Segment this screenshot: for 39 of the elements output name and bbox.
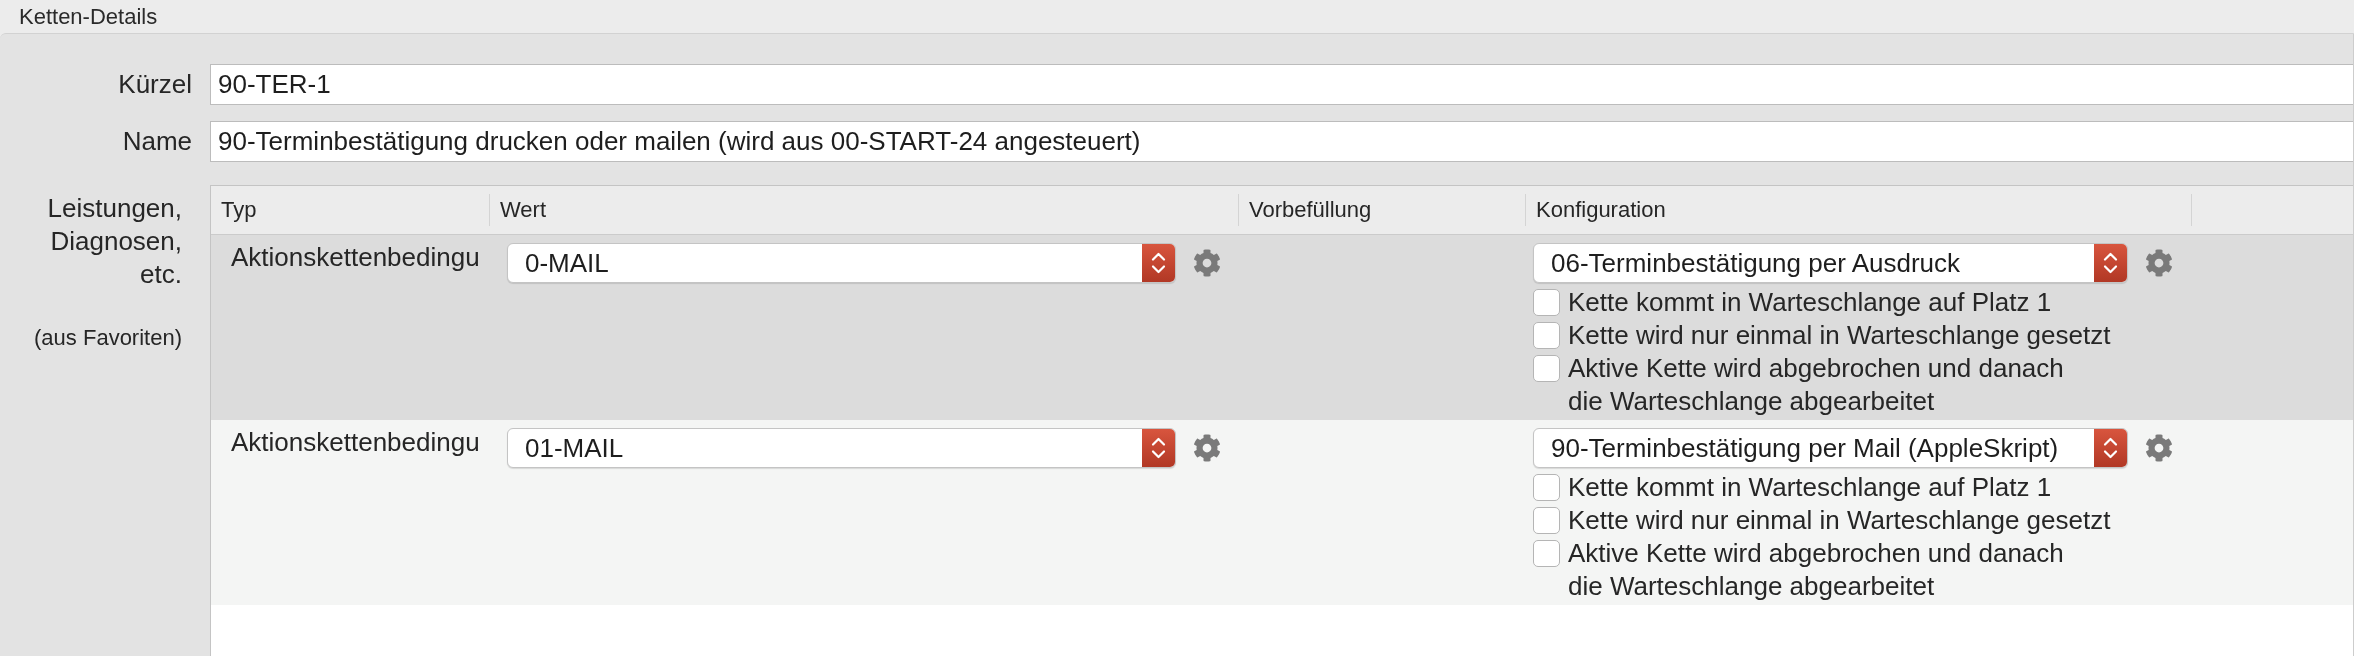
- up-down-arrows-icon: [2094, 244, 2127, 282]
- gear-icon[interactable]: [1193, 434, 1221, 462]
- popup-button[interactable]: 0-MAIL: [507, 243, 1176, 283]
- checkbox-label: Aktive Kette wird abgebrochen und danach die Warteschlange abgearbeitet: [1568, 537, 2064, 603]
- checkbox-label: Kette kommt in Warteschlange auf Platz 1: [1568, 471, 2052, 504]
- popup-button[interactable]: 01-MAIL: [507, 428, 1176, 468]
- table-label: Leistungen, Diagnosen, etc.: [46, 192, 182, 291]
- popup-button[interactable]: 90-Terminbestätigung per Mail (AppleSkript): [1533, 428, 2128, 468]
- checkbox[interactable]: [1533, 540, 1560, 567]
- checkbox[interactable]: [1533, 289, 1560, 316]
- checkbox[interactable]: [1533, 474, 1560, 501]
- checkbox-label: Kette wird nur einmal in Warteschlange gesetzt: [1568, 319, 2111, 352]
- up-down-arrows-icon: [1142, 244, 1175, 282]
- up-down-arrows-icon: [2094, 429, 2127, 467]
- field-label: Name: [122, 126, 192, 157]
- gear-icon[interactable]: [1193, 249, 1221, 277]
- table-row[interactable]: [211, 235, 2353, 420]
- text-field[interactable]: 90-TER-1: [210, 64, 2353, 105]
- text-field[interactable]: 90-Terminbestätigung drucken oder mailen (wird aus 00-START-24 angesteuert): [210, 121, 2353, 162]
- column-header[interactable]: Wert: [489, 194, 1238, 226]
- gear-icon[interactable]: [2145, 249, 2173, 277]
- table-cell: Aktionskettenbedingu: [231, 426, 480, 458]
- column-header[interactable]: Typ: [211, 194, 489, 226]
- table-cell: Aktionskettenbedingu: [231, 241, 480, 273]
- checkbox-label: Kette wird nur einmal in Warteschlange gesetzt: [1568, 504, 2111, 537]
- gear-icon[interactable]: [2145, 434, 2173, 462]
- popup-button[interactable]: 06-Terminbestätigung per Ausdruck: [1533, 243, 2128, 283]
- checkbox[interactable]: [1533, 322, 1560, 349]
- checkbox-label: Kette kommt in Warteschlange auf Platz 1: [1568, 286, 2052, 319]
- table-row[interactable]: [211, 420, 2353, 605]
- field-label: Kürzel: [118, 69, 192, 100]
- up-down-arrows-icon: [1142, 429, 1175, 467]
- section-title: Ketten-Details: [19, 3, 158, 30]
- column-header[interactable]: Konfiguration: [1525, 194, 2191, 226]
- checkbox[interactable]: [1533, 355, 1560, 382]
- table-note: (aus Favoriten): [34, 324, 182, 352]
- checkbox[interactable]: [1533, 507, 1560, 534]
- column-header[interactable]: Vorbefüllung: [1238, 194, 1525, 226]
- checkbox-label: Aktive Kette wird abgebrochen und danach die Warteschlange abgearbeitet: [1568, 352, 2064, 418]
